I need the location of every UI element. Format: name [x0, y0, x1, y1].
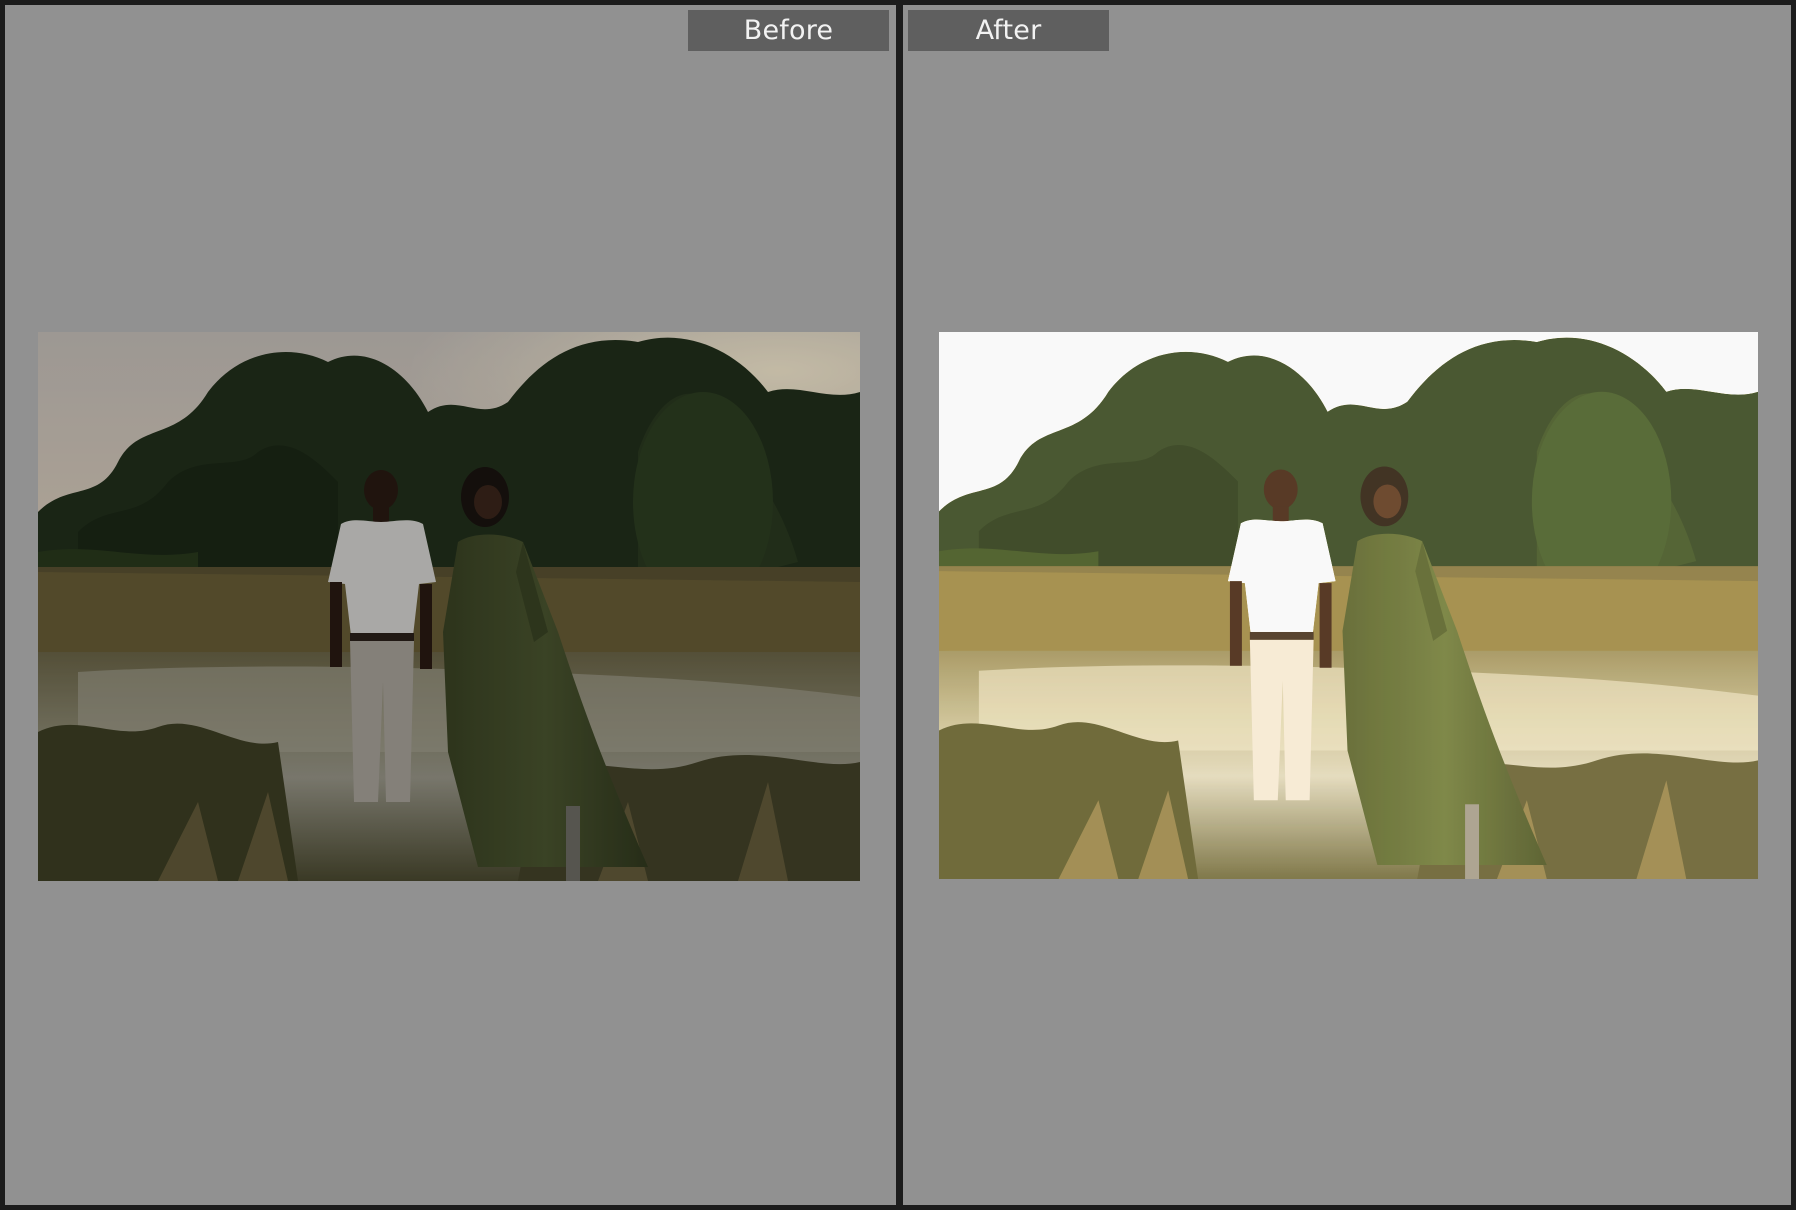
after-label: After — [908, 10, 1109, 51]
before-photo-image — [38, 332, 860, 881]
before-photo[interactable] — [38, 332, 860, 881]
after-photo-image — [939, 332, 1758, 879]
after-photo[interactable] — [939, 332, 1758, 879]
before-pane[interactable]: Before — [5, 5, 896, 1205]
after-pane[interactable]: After — [903, 5, 1791, 1205]
before-after-compare-view: Before After — [0, 0, 1796, 1210]
before-label: Before — [688, 10, 889, 51]
